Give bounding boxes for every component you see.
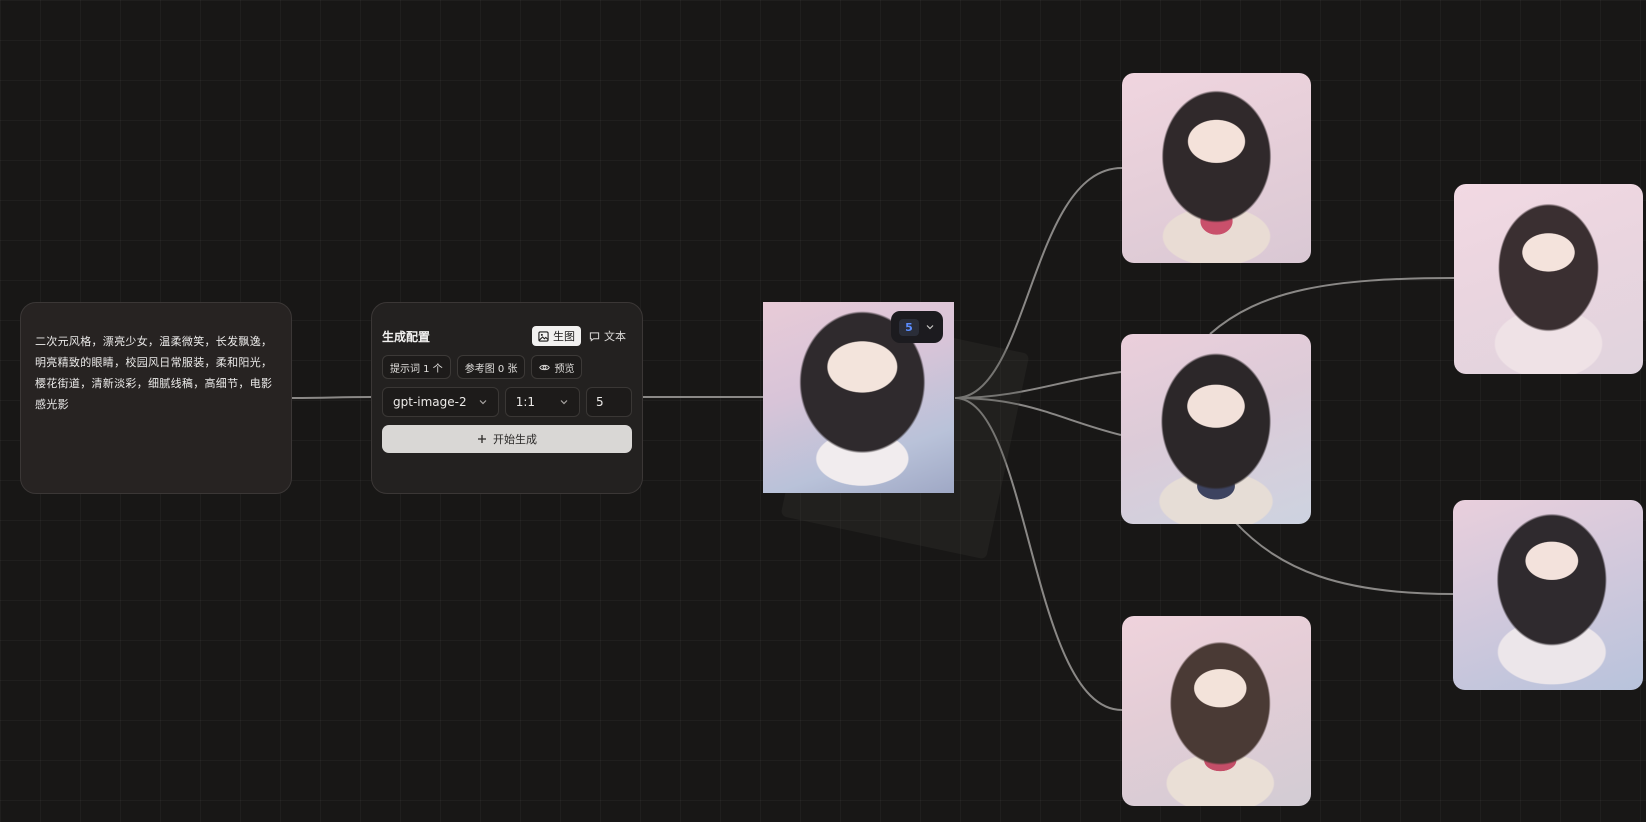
prompt-node[interactable]: 二次元风格，漂亮少女，温柔微笑，长发飘逸，明亮精致的眼睛，校园风日常服装，柔和阳…	[20, 302, 292, 494]
image-count-input[interactable]	[586, 387, 632, 417]
generated-image-5[interactable]	[1453, 500, 1643, 690]
anime-girl-image	[1453, 500, 1643, 690]
tab-text-label: 文本	[604, 330, 626, 343]
tab-image-label: 生图	[553, 330, 575, 343]
prompt-count-chip[interactable]: 提示词 1 个	[382, 355, 451, 379]
preview-label: 预览	[554, 363, 575, 375]
edge-prompt-to-config	[291, 396, 372, 399]
generated-image-3[interactable]	[1122, 616, 1311, 806]
tab-image-mode[interactable]: 生图	[532, 326, 581, 346]
preview-button[interactable]: 预览	[531, 355, 583, 379]
ratio-value: 1:1	[515, 395, 536, 409]
chevron-down-icon	[479, 400, 487, 405]
eye-icon	[539, 364, 551, 370]
anime-girl-image	[1122, 616, 1311, 806]
anime-girl-image	[1122, 73, 1311, 263]
generate-label: 开始生成	[493, 433, 537, 446]
reference-count-label: 参考图 0 张	[464, 363, 518, 375]
generated-image-2[interactable]	[1121, 334, 1311, 524]
image-icon	[538, 330, 549, 342]
chevron-down-icon	[926, 325, 934, 330]
model-value: gpt-image-2	[393, 395, 467, 409]
mode-toggle: 生图 文本	[532, 326, 632, 346]
plus-icon	[478, 435, 486, 443]
chevron-down-icon	[560, 400, 568, 405]
result-count-badge[interactable]: 5	[891, 311, 943, 343]
generated-image-4[interactable]	[1454, 184, 1643, 374]
generated-image-1[interactable]	[1122, 73, 1311, 263]
result-count: 5	[899, 318, 919, 336]
prompt-text: 二次元风格，漂亮少女，温柔微笑，长发飘逸，明亮精致的眼睛，校园风日常服装，柔和阳…	[35, 335, 273, 411]
start-generate-button[interactable]: 开始生成	[382, 425, 632, 453]
reference-count-chip[interactable]: 参考图 0 张	[456, 355, 526, 379]
edge-img2-to-img4	[1209, 277, 1455, 335]
chat-icon	[589, 331, 600, 342]
generation-config-node[interactable]: 生成配置 生图 文本 提示词 1 个 参考图 0 张 预览 gpt-image-…	[371, 302, 643, 494]
anime-girl-image	[1121, 334, 1311, 524]
aspect-ratio-select[interactable]: 1:1	[504, 387, 580, 417]
edge-img2-to-img5	[1234, 521, 1454, 595]
tab-text-mode[interactable]: 文本	[583, 326, 632, 346]
anime-girl-image	[1454, 184, 1643, 374]
prompt-count-label: 提示词 1 个	[390, 363, 443, 375]
config-title: 生成配置	[382, 329, 431, 344]
model-select[interactable]: gpt-image-2	[382, 387, 499, 417]
